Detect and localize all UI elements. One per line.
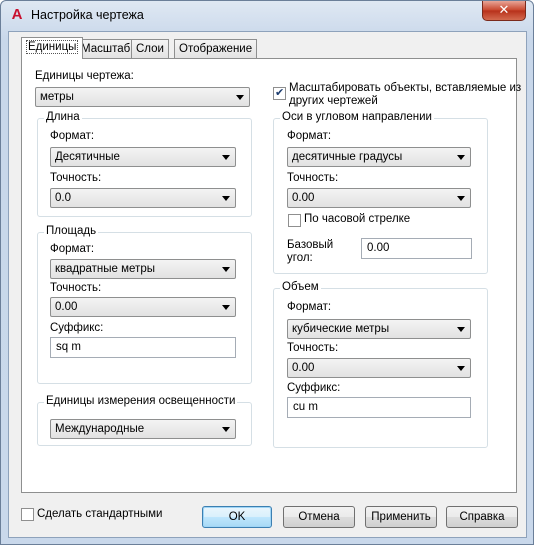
length-precision-value: 0.0 [55, 192, 71, 204]
clockwise-label: По часовой стрелке [304, 213, 411, 225]
window-title: Настройка чертежа [31, 8, 144, 22]
volume-format-value: кубические метры [292, 323, 390, 335]
area-precision-value: 0.00 [55, 301, 78, 313]
angles-group: Оси в угловом направлении Формат: десяти… [273, 111, 488, 274]
scale-inserted-label-1: Масштабировать объекты, вставляемые из [289, 82, 522, 94]
chevron-down-icon [457, 196, 465, 201]
area-group-title: Площадь [44, 225, 99, 237]
autocad-app-icon: A [11, 6, 23, 23]
help-button[interactable]: Справка [446, 506, 518, 528]
make-default-label: Сделать стандартными [37, 508, 163, 520]
chevron-down-icon [222, 196, 230, 201]
angles-format-value: десятичные градусы [292, 151, 403, 163]
volume-group: Объем Формат: кубические метры Точность:… [273, 281, 488, 448]
apply-button[interactable]: Применить [365, 506, 437, 528]
length-format-label: Формат: [50, 130, 95, 142]
volume-suffix-input[interactable]: cu m [287, 397, 471, 418]
dialog-window: A Настройка чертежа ✕ Единицы Масштаб Сл… [0, 0, 534, 545]
lighting-units-value: Международные [55, 423, 145, 435]
scale-inserted-checkbox[interactable] [273, 86, 286, 100]
base-angle-label-2: угол: [287, 252, 313, 264]
angles-format-label: Формат: [287, 130, 332, 142]
clockwise-checkbox[interactable] [288, 214, 301, 227]
chevron-down-icon [457, 155, 465, 160]
base-angle-value: 0.00 [367, 242, 390, 254]
tab-units-label: Единицы [26, 40, 79, 54]
angles-group-title: Оси в угловом направлении [280, 111, 434, 123]
chevron-down-icon [222, 267, 230, 272]
chevron-down-icon [457, 327, 465, 332]
area-suffix-input[interactable]: sq m [50, 337, 236, 358]
chevron-down-icon [222, 427, 230, 432]
volume-format-label: Формат: [287, 301, 332, 313]
angles-precision-label: Точность: [287, 172, 339, 184]
chevron-down-icon [457, 366, 465, 371]
area-format-select[interactable]: квадратные метры [50, 259, 236, 279]
length-format-select[interactable]: Десятичные [50, 147, 236, 167]
tab-units[interactable]: Единицы [21, 37, 84, 59]
drawing-units-label: Единицы чертежа: [35, 70, 134, 82]
tab-scale[interactable]: Масштаб [76, 39, 136, 58]
drawing-units-value: метры [40, 91, 74, 103]
chevron-down-icon [236, 95, 244, 100]
chevron-down-icon [222, 305, 230, 310]
tab-display[interactable]: Отображение [174, 39, 258, 58]
dialog-client-area: Единицы Масштаб Слои Отображение Единицы… [8, 31, 527, 538]
volume-suffix-label: Суффикс: [287, 382, 341, 394]
angles-precision-value: 0.00 [292, 192, 315, 204]
title-bar[interactable]: A Настройка чертежа ✕ [1, 1, 533, 31]
length-precision-label: Точность: [50, 172, 102, 184]
volume-suffix-value: cu m [293, 401, 318, 413]
angles-format-select[interactable]: десятичные градусы [287, 147, 471, 167]
area-format-label: Формат: [50, 243, 95, 255]
units-tab-page: Единицы чертежа: метры Масштабировать об… [21, 58, 521, 493]
make-default-checkbox[interactable] [21, 508, 34, 521]
cancel-button[interactable]: Отмена [283, 506, 355, 528]
area-group: Площадь Формат: квадратные метры Точност… [37, 225, 252, 384]
area-format-value: квадратные метры [55, 263, 155, 275]
volume-group-title: Объем [280, 281, 321, 293]
length-group-title: Длина [44, 111, 82, 123]
lighting-group-title: Единицы измерения освещенности [44, 395, 238, 407]
area-suffix-label: Суффикс: [50, 322, 104, 334]
scale-inserted-label-2: других чертежей [289, 95, 378, 107]
area-precision-label: Точность: [50, 282, 102, 294]
volume-format-select[interactable]: кубические метры [287, 319, 471, 339]
lighting-group: Единицы измерения освещенности Междунаро… [37, 395, 252, 446]
volume-precision-label: Точность: [287, 342, 339, 354]
base-angle-label-1: Базовый [287, 239, 334, 251]
volume-precision-value: 0.00 [292, 362, 315, 374]
drawing-units-select[interactable]: метры [35, 87, 250, 107]
base-angle-input[interactable]: 0.00 [361, 238, 472, 259]
length-precision-select[interactable]: 0.0 [50, 188, 236, 208]
volume-precision-select[interactable]: 0.00 [287, 358, 471, 378]
ok-button[interactable]: OK [202, 506, 272, 528]
tab-layers[interactable]: Слои [131, 39, 169, 58]
angles-precision-select[interactable]: 0.00 [287, 188, 471, 208]
lighting-units-select[interactable]: Международные [50, 419, 236, 439]
length-format-value: Десятичные [55, 151, 120, 163]
length-group: Длина Формат: Десятичные Точность: 0.0 [37, 111, 252, 217]
area-suffix-value: sq m [56, 341, 81, 353]
area-precision-select[interactable]: 0.00 [50, 297, 236, 317]
close-button[interactable]: ✕ [482, 1, 526, 21]
chevron-down-icon [222, 155, 230, 160]
